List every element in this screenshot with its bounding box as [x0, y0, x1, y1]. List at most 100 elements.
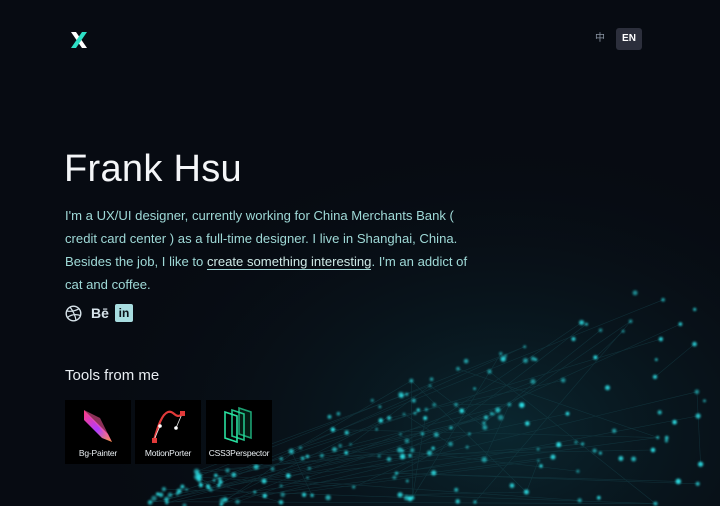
particle-dot: [394, 471, 399, 475]
particle-dot: [378, 418, 384, 423]
particle-dot: [672, 419, 677, 425]
particle-dot: [523, 358, 528, 364]
particle-dot: [612, 428, 617, 433]
particle-dot: [370, 398, 374, 402]
particle-dot: [408, 454, 412, 458]
particle-dot: [164, 497, 169, 502]
particle-dot: [448, 441, 453, 447]
particle-dot: [151, 495, 157, 502]
particle-dot: [319, 453, 324, 458]
particle-dot: [344, 430, 349, 435]
particle-dot: [235, 499, 240, 504]
particle-dot: [375, 427, 378, 431]
particle-dot: [207, 486, 211, 490]
particle-dot: [556, 442, 562, 448]
particle-dot: [405, 392, 409, 396]
particle-dot: [500, 356, 506, 362]
linkedin-icon[interactable]: in: [115, 304, 133, 322]
particle-dot: [397, 492, 403, 498]
particle-dot: [592, 448, 597, 453]
lang-zh-button[interactable]: 中: [590, 28, 610, 50]
particle-dot: [468, 432, 471, 436]
particle-dot: [416, 408, 420, 412]
particle-dot: [352, 485, 356, 489]
particle-dot: [499, 352, 503, 356]
particle-dot: [536, 448, 540, 451]
particle-dot: [225, 468, 230, 473]
particle-dot: [523, 345, 527, 349]
particle-dot: [307, 466, 311, 470]
particle-dot: [424, 407, 428, 412]
particle-dot: [497, 414, 504, 421]
particle-dot: [504, 354, 508, 358]
particle-dot: [176, 488, 182, 494]
particle-dot: [349, 443, 352, 446]
particle-dot: [431, 446, 435, 450]
particle-dot: [397, 447, 403, 453]
particle-dot: [523, 489, 529, 495]
particle-dot: [327, 414, 332, 419]
particle-dot: [621, 329, 625, 333]
particle-dot: [299, 446, 302, 450]
site-logo-icon[interactable]: [68, 30, 90, 50]
particle-dot: [664, 435, 669, 440]
particle-dot: [577, 498, 582, 503]
lang-en-button[interactable]: EN: [616, 28, 642, 50]
behance-icon[interactable]: Bē: [89, 304, 111, 322]
particle-dot: [695, 481, 700, 486]
css3perspector-icon: [224, 406, 252, 444]
particle-dot: [413, 411, 417, 415]
particle-dot: [658, 337, 663, 342]
particle-dot: [253, 464, 259, 470]
particle-dot: [404, 438, 410, 444]
particle-dot: [310, 493, 314, 498]
intro-paragraph: I'm a UX/UI designer, currently working …: [65, 204, 470, 296]
particle-dot: [386, 456, 392, 462]
particle-dot: [426, 450, 433, 456]
particle-dot: [279, 457, 283, 461]
particle-dot: [305, 454, 310, 459]
particle-dot: [579, 320, 585, 326]
particle-dot: [632, 290, 638, 296]
particle-dot: [409, 378, 414, 383]
particle-dot: [652, 374, 658, 380]
particle-dot: [148, 500, 152, 504]
particle-dot: [585, 322, 588, 326]
particle-dot: [550, 454, 556, 460]
particle-dot: [598, 451, 602, 455]
particle-dot: [161, 487, 166, 492]
particle-dot: [431, 470, 437, 476]
particle-dot: [198, 483, 203, 488]
particle-dot: [628, 319, 633, 324]
particle-dot: [481, 456, 488, 463]
particle-dot: [539, 464, 543, 468]
particle-dot: [537, 459, 540, 462]
particle-dot: [411, 398, 416, 403]
particle-dot: [301, 492, 307, 497]
particle-dot: [482, 425, 488, 430]
particle-dot: [156, 492, 160, 496]
particle-dot: [278, 500, 284, 505]
particle-dot: [631, 456, 637, 462]
particle-dot: [703, 399, 706, 403]
particle-dot: [456, 366, 460, 371]
particle-dot: [530, 356, 536, 361]
particle-dot: [429, 377, 434, 381]
particle-dot: [459, 408, 465, 414]
particle-dot: [392, 475, 397, 480]
particle-dot: [692, 341, 697, 347]
create-something-link[interactable]: create something interesting: [206, 254, 372, 270]
particle-dot: [653, 501, 658, 506]
particle-dot: [675, 478, 682, 485]
tool-card-motionporter[interactable]: MotionPorter: [135, 400, 201, 464]
tool-card-bg-painter[interactable]: Bg-Painter: [65, 400, 131, 464]
particle-dot: [650, 447, 656, 453]
particle-dot: [581, 442, 585, 446]
dribbble-icon[interactable]: [64, 304, 82, 322]
particle-dot: [399, 453, 406, 460]
particle-dot: [574, 440, 578, 444]
particle-dot: [262, 493, 268, 499]
particle-dot: [306, 476, 309, 480]
tool-card-css3perspector[interactable]: CSS3Perspector: [206, 400, 272, 464]
particle-dot: [482, 421, 486, 425]
